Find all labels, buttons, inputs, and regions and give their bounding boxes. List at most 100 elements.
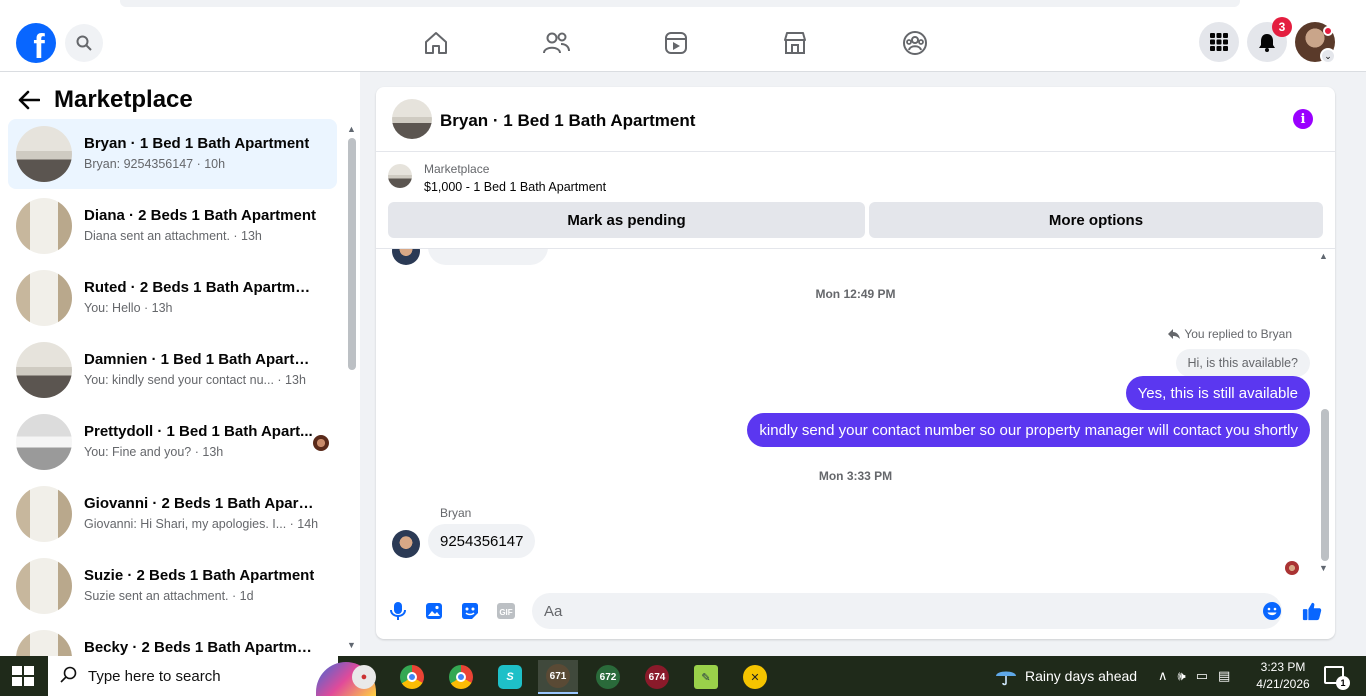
- network-icon[interactable]: ▤: [1218, 668, 1230, 684]
- notification-center-count: 1: [1336, 676, 1350, 690]
- conversation-item[interactable]: Giovanni · 2 Beds 1 Bath Apartm... Giova…: [8, 479, 337, 549]
- taskbar-app[interactable]: [441, 660, 481, 694]
- listing-price-title[interactable]: $1,000 - 1 Bed 1 Bath Apartment: [424, 180, 606, 194]
- message-input[interactable]: [532, 593, 1282, 629]
- listing-thumbnail: [16, 126, 72, 182]
- info-icon[interactable]: i: [1293, 109, 1313, 129]
- reply-label: You replied to Bryan: [1184, 327, 1292, 341]
- taskbar-app[interactable]: 672: [588, 660, 628, 694]
- voice-clip-button[interactable]: [388, 601, 408, 621]
- chevron-up-icon[interactable]: ∧: [1158, 668, 1168, 684]
- emoji-button[interactable]: [1262, 601, 1282, 621]
- weather-widget[interactable]: Rainy days ahead: [995, 666, 1137, 686]
- conversation-snippet: Bryan: 9254356147 · 10h: [84, 157, 226, 171]
- conversation-title: Giovanni · 2 Beds 1 Bath Apartm...: [84, 495, 316, 512]
- nav-friends[interactable]: [541, 28, 571, 58]
- chat-title[interactable]: Bryan · 1 Bed 1 Bath Apartment: [440, 111, 695, 131]
- listing-thumbnail: [16, 342, 72, 398]
- attach-photo-button[interactable]: [424, 601, 444, 621]
- conversation-item[interactable]: Diana · 2 Beds 1 Bath Apartment Diana se…: [8, 191, 337, 261]
- nav-groups[interactable]: [900, 28, 930, 58]
- message-bubble-sent[interactable]: kindly send your contact number so our p…: [747, 413, 1310, 447]
- sticker-button[interactable]: [460, 601, 480, 621]
- menu-button[interactable]: [1199, 22, 1239, 62]
- chat-panel: Bryan · 1 Bed 1 Bath Apartment i Marketp…: [376, 87, 1335, 639]
- volume-icon[interactable]: 🕪: [1178, 668, 1186, 684]
- umbrella-icon: [996, 671, 1016, 686]
- chat-listing-avatar[interactable]: [392, 99, 432, 139]
- scroll-down-icon[interactable]: ▼: [1319, 563, 1328, 573]
- taskbar-app[interactable]: S: [490, 660, 530, 694]
- bryan-avatar[interactable]: [392, 530, 420, 558]
- reply-icon: [1168, 329, 1181, 339]
- message-bubble-received: [428, 249, 548, 265]
- conversation-item[interactable]: Suzie · 2 Beds 1 Bath Apartment Suzie se…: [8, 551, 337, 621]
- sidebar-scrollbar[interactable]: ▲ ▼: [347, 124, 357, 652]
- message-bubble-received[interactable]: 9254356147: [428, 524, 536, 558]
- conversation-title: Diana · 2 Beds 1 Bath Apartment: [84, 207, 316, 224]
- facebook-logo[interactable]: f: [16, 23, 56, 63]
- like-button[interactable]: [1302, 601, 1322, 621]
- conversation-title: Bryan · 1 Bed 1 Bath Apartment: [84, 135, 310, 152]
- listing-thumbnail: [16, 630, 72, 656]
- notepad-icon: ✎: [694, 665, 718, 689]
- chat-scrollbar[interactable]: ▲ ▼: [1317, 249, 1331, 579]
- taskbar-app[interactable]: 671: [538, 660, 578, 694]
- nav-video[interactable]: [661, 28, 691, 58]
- timestamp: Mon 12:49 PM: [815, 287, 896, 301]
- more-options-button[interactable]: More options: [869, 202, 1323, 238]
- system-clock[interactable]: 3:23 PM 4/21/2026: [1252, 659, 1314, 693]
- mark-as-pending-button[interactable]: Mark as pending: [388, 202, 865, 238]
- sticker-icon: [462, 603, 478, 619]
- taskbar-app[interactable]: 674: [637, 660, 677, 694]
- windows-taskbar: Type here to search ● S 671 672 674 ✎ ✕ …: [0, 656, 1366, 696]
- scrollbar-thumb[interactable]: [1321, 409, 1329, 561]
- quoted-message[interactable]: Hi, is this available?: [1175, 349, 1310, 377]
- listing-banner: Marketplace $1,000 - 1 Bed 1 Bath Apartm…: [376, 153, 1335, 249]
- conversation-item[interactable]: Bryan · 1 Bed 1 Bath Apartment Bryan: 92…: [8, 119, 337, 189]
- page-scrollbar[interactable]: [1350, 72, 1366, 656]
- conversation-item[interactable]: Prettydoll · 1 Bed 1 Bath Apart... You: …: [8, 407, 337, 477]
- home-icon: [425, 32, 447, 54]
- battery-icon[interactable]: ▭: [1196, 668, 1208, 684]
- nav-home[interactable]: [421, 28, 451, 58]
- chevron-down-icon[interactable]: ⌄: [1320, 48, 1336, 64]
- microphone-icon: [390, 602, 406, 620]
- taskbar-app[interactable]: ●: [344, 660, 384, 694]
- search-icon: [60, 666, 77, 683]
- groups-icon: [903, 31, 927, 55]
- windows-start-icon[interactable]: [12, 666, 34, 686]
- video-icon: [665, 32, 687, 54]
- listing-thumbnail[interactable]: [388, 164, 412, 188]
- gif-button[interactable]: GIF: [496, 601, 516, 621]
- message-bubble-sent[interactable]: Yes, this is still available: [1125, 376, 1310, 410]
- taskbar-app[interactable]: ✕: [735, 660, 775, 694]
- taskbar-app[interactable]: [392, 660, 432, 694]
- x-app-icon: ✕: [743, 665, 767, 689]
- app-672-icon: 672: [596, 665, 620, 689]
- taskbar-app[interactable]: ✎: [686, 660, 726, 694]
- chat-header: Bryan · 1 Bed 1 Bath Apartment i: [376, 87, 1335, 152]
- emoji-icon: [1263, 602, 1281, 620]
- conversation-snippet: You: kindly send your contact nu... · 13…: [84, 373, 306, 387]
- conversation-item[interactable]: Damnien · 1 Bed 1 Bath Apartment You: ki…: [8, 335, 337, 405]
- scroll-up-icon[interactable]: ▲: [347, 124, 356, 134]
- nav-marketplace[interactable]: [780, 28, 810, 58]
- conversation-item[interactable]: Ruted · 2 Beds 1 Bath Apartment You: Hel…: [8, 263, 337, 333]
- search-button[interactable]: [65, 24, 103, 62]
- photo-icon: [426, 603, 442, 619]
- top-navbar: f 3 ⌄: [0, 0, 1366, 72]
- conversation-item[interactable]: Becky · 2 Beds 1 Bath Apartment: [8, 623, 337, 656]
- surfshark-icon: S: [498, 665, 522, 689]
- svg-text:GIF: GIF: [499, 608, 512, 617]
- scroll-down-icon[interactable]: ▼: [347, 640, 356, 650]
- taskbar-search[interactable]: Type here to search: [48, 656, 376, 696]
- scroll-up-icon[interactable]: ▲: [1319, 251, 1328, 261]
- notification-center-icon[interactable]: 1: [1324, 666, 1350, 690]
- conversation-title: Suzie · 2 Beds 1 Bath Apartment: [84, 567, 315, 584]
- scrollbar-thumb[interactable]: [348, 138, 356, 370]
- message-thread: Mon 12:49 PM You replied to Bryan Hi, is…: [376, 249, 1335, 579]
- bryan-avatar: [392, 249, 420, 265]
- conversation-title: Ruted · 2 Beds 1 Bath Apartment: [84, 279, 316, 296]
- back-arrow-icon[interactable]: [18, 90, 40, 110]
